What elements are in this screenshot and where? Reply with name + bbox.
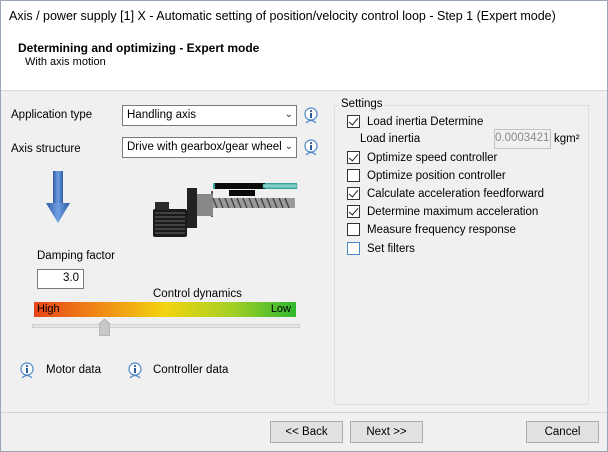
chevron-down-icon: ⌄ xyxy=(284,141,293,152)
optimize-position-controller-checkbox[interactable] xyxy=(347,169,360,182)
info-icon[interactable] xyxy=(303,107,319,125)
load-inertia-unit: kgm² xyxy=(554,133,580,145)
acceleration-feedforward-label: Calculate acceleration feedforward xyxy=(367,188,545,200)
max-acceleration-checkbox[interactable] xyxy=(347,205,360,218)
max-acceleration-label: Determine maximum acceleration xyxy=(367,206,539,218)
control-dynamics-scale: High Low xyxy=(34,302,296,317)
axis-structure-select[interactable]: Drive with gearbox/gear wheel ⌄ xyxy=(122,137,297,158)
optimize-speed-controller-checkbox[interactable] xyxy=(347,151,360,164)
application-type-value: Handling axis xyxy=(127,109,197,121)
optimize-position-controller-label: Optimize position controller xyxy=(367,170,506,182)
controller-data-link[interactable]: Controller data xyxy=(153,364,228,376)
control-dynamics-slider-thumb[interactable] xyxy=(98,318,111,337)
control-dynamics-slider-track[interactable] xyxy=(32,324,300,328)
load-inertia-determine-checkbox[interactable] xyxy=(347,115,360,128)
page-subtitle: With axis motion xyxy=(25,56,106,68)
cancel-button[interactable]: Cancel xyxy=(526,421,599,443)
set-filters-checkbox[interactable] xyxy=(347,242,360,255)
control-dynamics-label: Control dynamics xyxy=(153,288,242,300)
next-button[interactable]: Next >> xyxy=(350,421,423,443)
settings-group-title: Settings xyxy=(339,98,385,110)
load-inertia-input[interactable]: 0.0003421 xyxy=(494,129,551,149)
arrow-down-icon xyxy=(46,171,70,223)
load-inertia-label: Load inertia xyxy=(360,133,421,145)
axis-drive-illustration xyxy=(151,182,301,240)
frequency-response-label: Measure frequency response xyxy=(367,224,516,236)
load-inertia-determine-label: Load inertia Determine xyxy=(367,116,484,128)
damping-factor-label: Damping factor xyxy=(37,250,115,262)
dynamics-low-label: Low xyxy=(270,303,291,315)
application-type-select[interactable]: Handling axis ⌄ xyxy=(122,105,297,126)
axis-structure-value: Drive with gearbox/gear wheel xyxy=(127,141,282,153)
chevron-down-icon: ⌄ xyxy=(284,109,293,120)
info-icon[interactable] xyxy=(303,139,319,157)
info-icon[interactable] xyxy=(127,362,143,380)
frequency-response-checkbox[interactable] xyxy=(347,223,360,236)
page-header: Determining and optimizing - Expert mode… xyxy=(1,31,607,91)
back-button[interactable]: << Back xyxy=(270,421,343,443)
application-type-label: Application type xyxy=(11,109,93,121)
window-title: Axis / power supply [1] X - Automatic se… xyxy=(1,1,607,31)
motor-data-link[interactable]: Motor data xyxy=(46,364,101,376)
damping-factor-input[interactable]: 3.0 xyxy=(37,269,84,289)
dynamics-high-label: High xyxy=(37,303,60,315)
footer-divider xyxy=(1,412,607,413)
optimize-speed-controller-label: Optimize speed controller xyxy=(367,152,498,164)
axis-structure-label: Axis structure xyxy=(11,143,81,155)
acceleration-feedforward-checkbox[interactable] xyxy=(347,187,360,200)
set-filters-label: Set filters xyxy=(367,243,415,255)
info-icon[interactable] xyxy=(19,362,35,380)
dialog-window: Axis / power supply [1] X - Automatic se… xyxy=(0,0,608,452)
page-title: Determining and optimizing - Expert mode xyxy=(18,41,260,55)
settings-group xyxy=(334,105,589,405)
